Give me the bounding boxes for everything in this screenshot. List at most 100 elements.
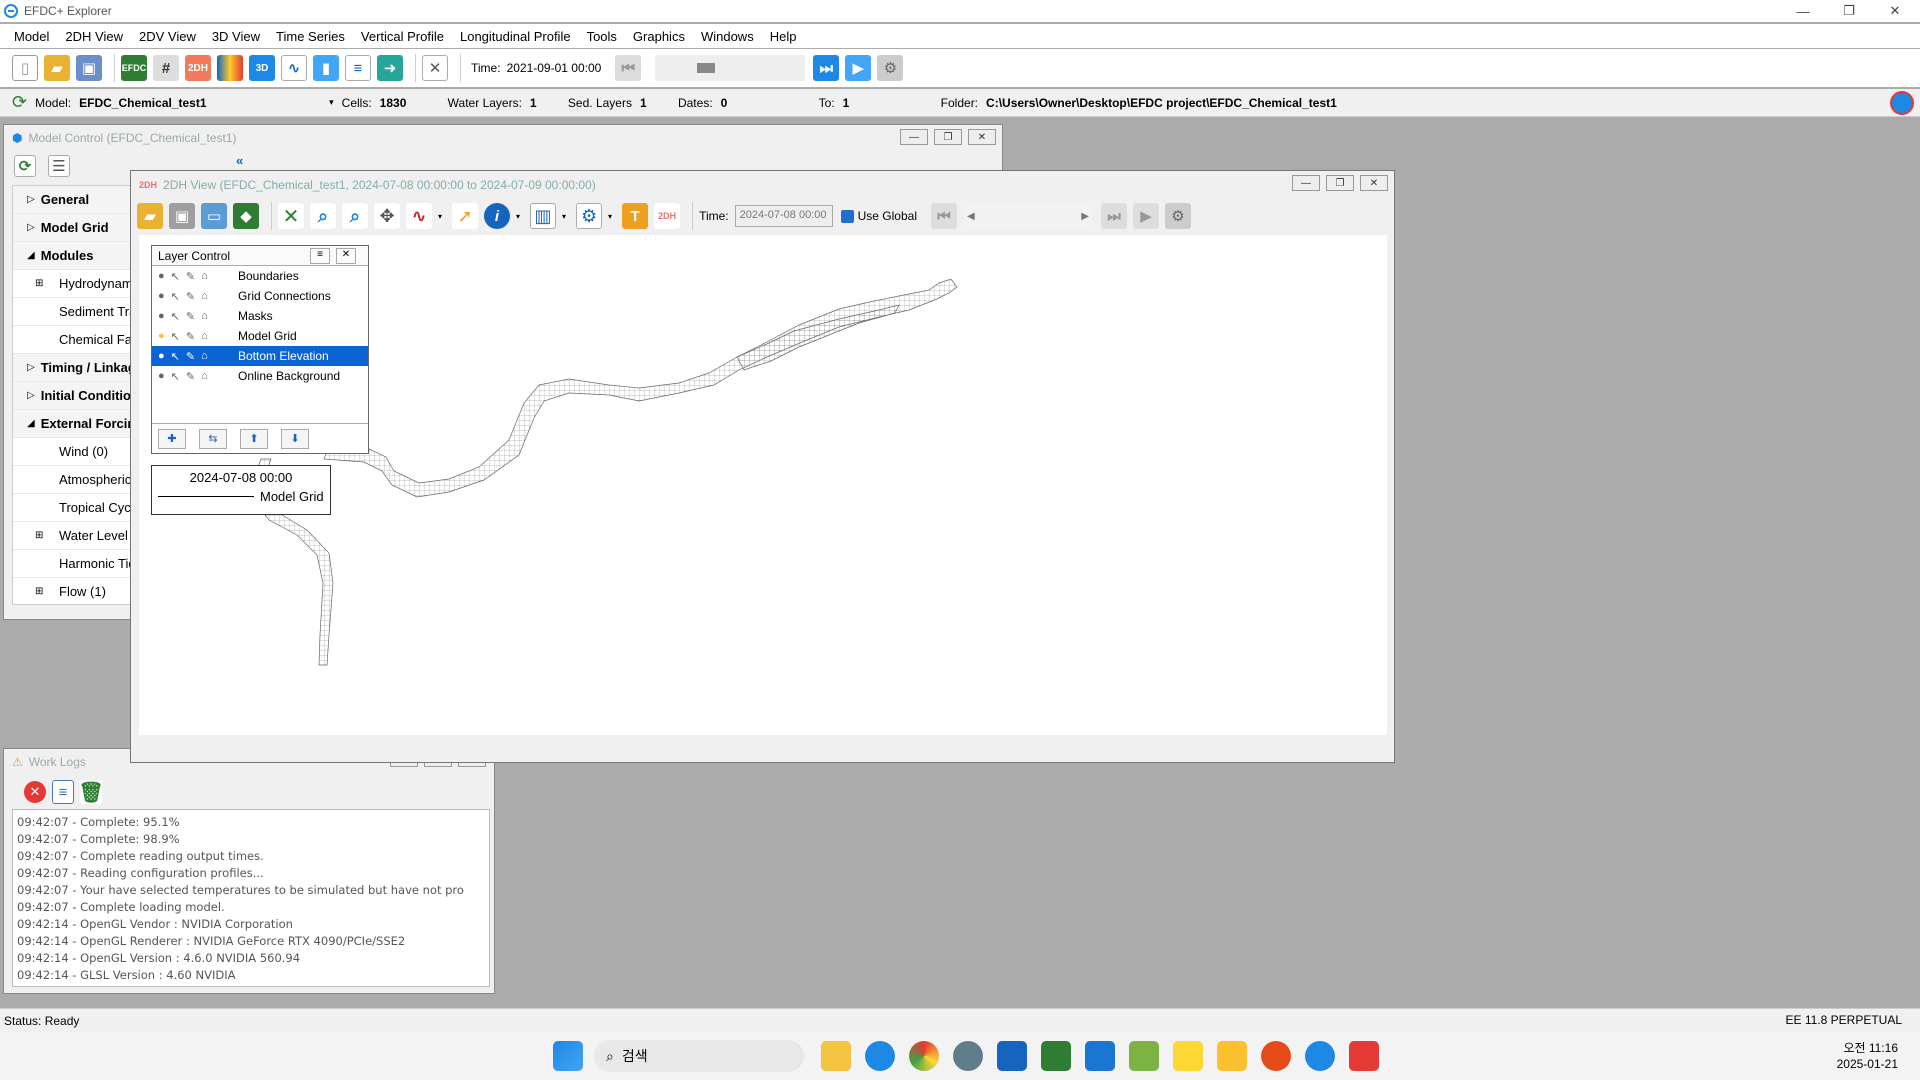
- grid-options-icon[interactable]: ⚙: [576, 203, 603, 229]
- excel-icon[interactable]: [1041, 1041, 1071, 1071]
- pan-icon[interactable]: ✥: [374, 203, 400, 229]
- tree-item[interactable]: Chemical Fat: [13, 326, 141, 354]
- model-dropdown-icon[interactable]: ▾: [329, 97, 334, 108]
- tree-toggle-icon[interactable]: ▷: [27, 390, 35, 401]
- model-control-restore-button[interactable]: ❐: [934, 129, 962, 145]
- menu-item-tools[interactable]: Tools: [579, 29, 625, 44]
- grid-options-dropdown-icon[interactable]: ▾: [608, 212, 612, 221]
- visibility-bulb-icon[interactable]: ●: [158, 270, 165, 283]
- edge-icon[interactable]: [865, 1041, 895, 1071]
- last-step-icon[interactable]: ⏭: [813, 55, 840, 81]
- menu-item-graphics[interactable]: Graphics: [625, 29, 693, 44]
- tree-item[interactable]: ▷ Initial Conditio: [13, 382, 141, 410]
- vertical-profile-icon[interactable]: ▮: [313, 55, 339, 81]
- model-select[interactable]: EFDC_Chemical_test1: [79, 96, 329, 110]
- layer-row[interactable]: ● ↖ ✎ ⌂ Model Grid: [152, 326, 368, 346]
- move-layer-up-button[interactable]: ⬆: [240, 428, 268, 449]
- 2dh-view-icon[interactable]: 2DH: [185, 55, 211, 81]
- visibility-bulb-icon[interactable]: ●: [158, 350, 165, 363]
- time-slider-thumb[interactable]: [697, 63, 716, 73]
- edit-pencil-icon[interactable]: ✎: [186, 270, 195, 283]
- editor-icon[interactable]: [1129, 1041, 1159, 1071]
- tree-item[interactable]: Wind (0): [13, 438, 141, 466]
- menu-item-2dh-view[interactable]: 2DH View: [57, 29, 131, 44]
- edit-pencil-icon[interactable]: ✎: [186, 310, 195, 323]
- select-pointer-icon[interactable]: ↖: [171, 290, 180, 303]
- menu-item-help[interactable]: Help: [762, 29, 805, 44]
- layer-row[interactable]: ● ↖ ✎ ⌂ Masks: [152, 306, 368, 326]
- tag-icon[interactable]: ⌂: [201, 330, 208, 343]
- menu-item-2dv-view[interactable]: 2DV View: [131, 29, 204, 44]
- 2dh-restore-button[interactable]: ❐: [1326, 175, 1354, 191]
- close-button[interactable]: ✕: [1872, 0, 1918, 22]
- tree-item[interactable]: ▷ Timing / Linkag: [13, 354, 141, 382]
- file-explorer-icon[interactable]: [821, 1041, 851, 1071]
- 2dh-minimize-button[interactable]: —: [1292, 175, 1320, 191]
- layer-menu-icon[interactable]: ≡: [310, 248, 330, 264]
- tree-toggle-icon[interactable]: ▷: [27, 362, 35, 373]
- view-settings-gear-icon[interactable]: ⚙: [1165, 203, 1191, 229]
- tag-icon[interactable]: ⌂: [201, 310, 208, 323]
- refresh-icon[interactable]: ⟳: [12, 92, 27, 113]
- tree-item[interactable]: ⊞ Flow (1): [13, 578, 141, 604]
- settings-icon[interactable]: [953, 1041, 983, 1071]
- layer-row[interactable]: ● ↖ ✎ ⌂ Bottom Elevation: [152, 346, 368, 366]
- taskbar-search[interactable]: ⌕ 검색: [594, 1040, 804, 1072]
- stop-icon[interactable]: ✕: [24, 781, 46, 803]
- select-pointer-icon[interactable]: ↖: [171, 330, 180, 343]
- measure-icon[interactable]: T: [622, 203, 649, 229]
- notepad-icon[interactable]: [1085, 1041, 1115, 1071]
- first-step-icon[interactable]: ⏮: [615, 55, 642, 81]
- tree-toggle-icon[interactable]: ▷: [27, 222, 35, 233]
- 3d-view-icon[interactable]: 3D: [249, 55, 275, 81]
- open-folder-icon[interactable]: ▰: [44, 55, 70, 81]
- image-export-icon[interactable]: ▭: [201, 203, 227, 229]
- menu-item-model[interactable]: Model: [6, 29, 57, 44]
- zoom-extents-icon[interactable]: ✕: [278, 203, 304, 229]
- tree-toggle-icon[interactable]: ◢: [27, 250, 35, 261]
- visibility-bulb-icon[interactable]: ●: [158, 330, 165, 343]
- tag-icon[interactable]: ⌂: [201, 370, 208, 383]
- 2dh-close-button[interactable]: ✕: [1360, 175, 1388, 191]
- efdc-run-icon[interactable]: EFDC: [121, 55, 147, 81]
- visibility-bulb-icon[interactable]: ●: [158, 310, 165, 323]
- 2dv-view-icon[interactable]: [217, 55, 243, 81]
- tools-icon[interactable]: ✕: [422, 55, 448, 81]
- export-icon[interactable]: ➜: [377, 55, 403, 81]
- tag-icon[interactable]: ⌂: [201, 270, 208, 283]
- clear-logs-trash-icon[interactable]: 🗑: [78, 780, 104, 804]
- tree-item[interactable]: ▷ Model Grid: [13, 214, 141, 242]
- collapse-panel-icon[interactable]: «: [236, 153, 243, 168]
- layer-close-icon[interactable]: ✕: [336, 248, 356, 264]
- time-value[interactable]: 2021-09-01 00:00: [507, 61, 602, 75]
- tree-toggle-icon[interactable]: ⊞: [35, 278, 43, 289]
- menu-item-3d-view[interactable]: 3D View: [204, 29, 268, 44]
- save-view-icon[interactable]: ▣: [169, 203, 195, 229]
- edit-pencil-icon[interactable]: ✎: [186, 350, 195, 363]
- open-folder-icon[interactable]: ▰: [137, 203, 163, 229]
- save-icon[interactable]: ▣: [76, 55, 102, 81]
- tree-toggle-icon[interactable]: ◢: [27, 418, 35, 429]
- time-slider[interactable]: [655, 55, 806, 81]
- layer-row[interactable]: ● ↖ ✎ ⌂ Boundaries: [152, 266, 368, 286]
- chrome-icon[interactable]: [909, 1041, 939, 1071]
- tree-item[interactable]: ◢ External Forcin: [13, 410, 141, 438]
- zoom-in-icon[interactable]: ⌕: [310, 203, 336, 229]
- edit-pencil-icon[interactable]: ✎: [186, 290, 195, 303]
- tree-toggle-icon[interactable]: ▷: [27, 194, 35, 205]
- select-pointer-icon[interactable]: ↖: [171, 310, 180, 323]
- select-pointer-icon[interactable]: ↖: [171, 270, 180, 283]
- add-layer-button[interactable]: ✚: [158, 428, 186, 449]
- menu-item-vertical-profile[interactable]: Vertical Profile: [353, 29, 452, 44]
- log-document-icon[interactable]: ≡: [52, 780, 74, 804]
- tree-item[interactable]: ⊞ Water Level (: [13, 522, 141, 550]
- chart-dropdown-icon[interactable]: ▾: [562, 212, 566, 221]
- layers-icon[interactable]: ◆: [233, 203, 259, 229]
- select-pointer-icon[interactable]: ➚: [452, 203, 479, 229]
- select-pointer-icon[interactable]: ↖: [171, 350, 180, 363]
- menu-item-longitudinal-profile[interactable]: Longitudinal Profile: [452, 29, 579, 44]
- visibility-bulb-icon[interactable]: ●: [158, 290, 165, 303]
- tree-item[interactable]: Sediment Tra: [13, 298, 141, 326]
- view-time-input[interactable]: 2024-07-08 00:00: [734, 205, 833, 227]
- play-animation-icon[interactable]: ▶: [1133, 203, 1159, 229]
